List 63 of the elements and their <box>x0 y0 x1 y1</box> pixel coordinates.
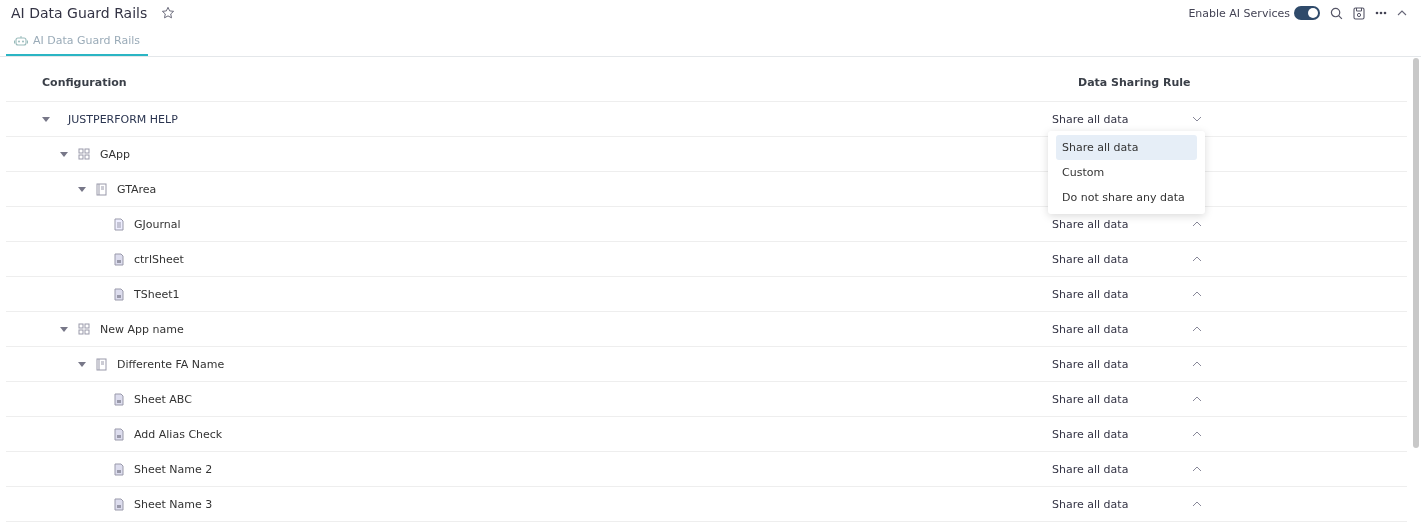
chevron-icon[interactable] <box>1192 396 1202 402</box>
tree-item-label[interactable]: GTArea <box>117 182 157 196</box>
tree-item-label[interactable]: Differente FA Name <box>117 357 225 371</box>
tree-item-label[interactable]: TSheet1 <box>134 287 180 301</box>
rule-dropdown[interactable]: Share all data <box>1052 287 1192 301</box>
tree-item-label[interactable]: ctrlSheet <box>134 252 184 266</box>
expand-toggle-icon[interactable] <box>78 186 86 192</box>
sheet-icon <box>114 252 124 266</box>
column-header: Configuration <box>41 75 128 89</box>
document-icon <box>114 217 124 231</box>
column-header: Data Sharing Rule <box>1077 75 1191 89</box>
book-icon <box>96 357 107 371</box>
sheet-icon <box>114 427 124 441</box>
tree-item-label[interactable]: New App name <box>100 322 184 336</box>
chevron-icon[interactable] <box>1192 431 1202 437</box>
chevron-icon[interactable] <box>1192 116 1202 122</box>
dropdown-option[interactable]: Share all data <box>1056 135 1197 160</box>
expand-toggle-icon[interactable] <box>78 361 86 367</box>
sheet-icon <box>114 497 124 511</box>
page-title: AI Data Guard Rails <box>11 5 148 21</box>
chevron-icon[interactable] <box>1192 361 1202 367</box>
rule-dropdown[interactable]: Share all data <box>1052 392 1192 406</box>
sheet-icon <box>114 392 124 406</box>
expand-toggle-icon[interactable] <box>60 151 68 157</box>
chevron-icon[interactable] <box>1192 466 1202 472</box>
dropdown-option[interactable]: Do not share any data <box>1056 185 1197 210</box>
expand-toggle-icon[interactable] <box>60 326 68 332</box>
grid-icon <box>78 323 90 335</box>
robot-icon <box>14 34 28 46</box>
chevron-icon[interactable] <box>1192 256 1202 262</box>
tree-item-label[interactable]: GJournal <box>134 217 181 231</box>
grid-icon <box>78 148 90 160</box>
collapse-icon[interactable] <box>1397 10 1407 16</box>
dropdown-option[interactable]: Custom <box>1056 160 1197 185</box>
search-icon[interactable] <box>1330 6 1343 20</box>
tree-item-label[interactable]: Sheet ABC <box>134 392 192 406</box>
toggle-label: Enable AI Services <box>1188 6 1290 20</box>
sheet-icon <box>114 462 124 476</box>
chevron-icon[interactable] <box>1192 501 1202 507</box>
tree-item-label[interactable]: Sheet Name 2 <box>134 462 213 476</box>
rule-dropdown[interactable]: Share all data <box>1052 112 1192 126</box>
sheet-icon <box>114 287 124 301</box>
chevron-icon[interactable] <box>1192 291 1202 297</box>
chevron-icon[interactable] <box>1192 221 1202 227</box>
rule-dropdown[interactable]: Share all data <box>1052 252 1192 266</box>
more-icon[interactable] <box>1375 11 1387 15</box>
scrollbar[interactable] <box>1413 58 1419 448</box>
tree-item-label[interactable]: GApp <box>100 147 130 161</box>
rule-dropdown[interactable]: Share all data <box>1052 427 1192 441</box>
rule-dropdown[interactable]: Share all data <box>1052 497 1192 511</box>
tree-item-label[interactable]: JUSTPERFORM HELP <box>68 112 178 126</box>
rule-dropdown[interactable]: Share all data <box>1052 462 1192 476</box>
rule-dropdown[interactable]: Share all data <box>1052 217 1192 231</box>
tree-item-label[interactable]: Sheet Name 3 <box>134 497 213 511</box>
expand-toggle-icon[interactable] <box>42 116 50 122</box>
book-icon <box>96 182 107 196</box>
rule-dropdown[interactable]: Share all data <box>1052 322 1192 336</box>
tree-item-label[interactable]: Add Alias Check <box>134 427 223 441</box>
rule-dropdown[interactable]: Share all data <box>1052 357 1192 371</box>
chevron-icon[interactable] <box>1192 326 1202 332</box>
toggle-switch[interactable] <box>1294 6 1320 20</box>
star-icon[interactable] <box>161 6 176 20</box>
save-icon[interactable] <box>1353 6 1365 20</box>
